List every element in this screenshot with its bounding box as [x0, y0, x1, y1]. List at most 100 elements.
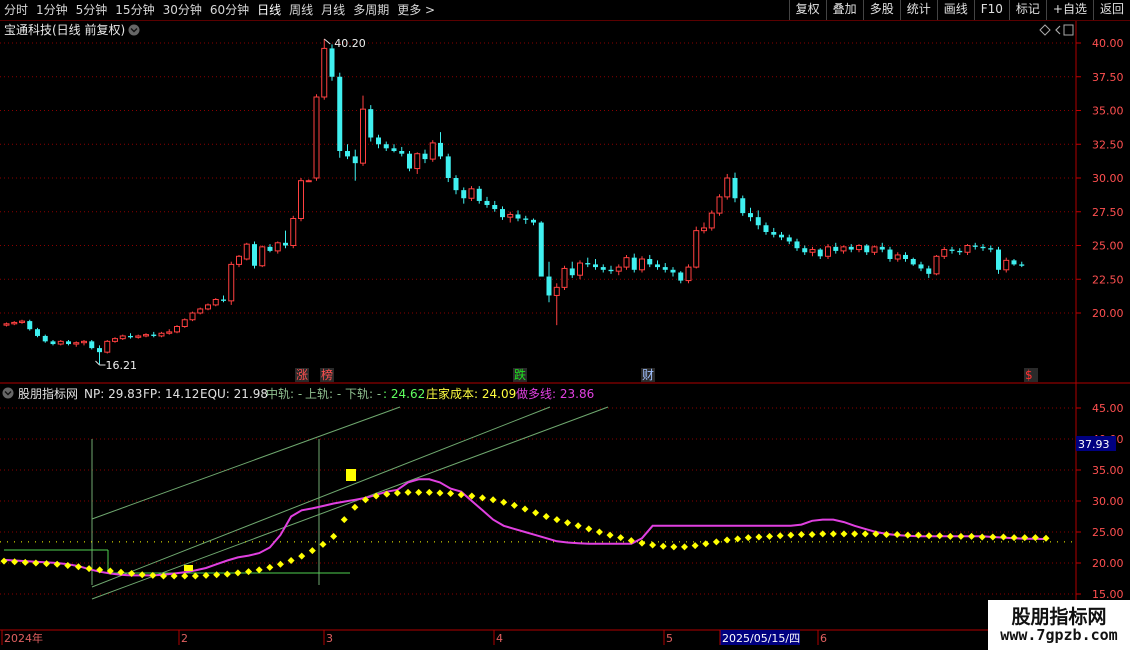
cost-diamond — [276, 560, 284, 568]
candle-body-down — [848, 246, 854, 250]
period-tab-10[interactable]: 更多 > — [393, 0, 439, 20]
candle-body-down — [391, 148, 397, 151]
candle-body-down — [283, 242, 288, 246]
period-tab-7[interactable]: 周线 — [285, 0, 317, 20]
period-tab-3[interactable]: 15分钟 — [111, 0, 158, 20]
toolbar-button-0[interactable]: 复权 — [788, 0, 826, 20]
candle-body-down — [484, 200, 490, 205]
cost-diamond — [425, 488, 433, 496]
candle-body-down — [35, 329, 40, 336]
period-tab-2[interactable]: 5分钟 — [72, 0, 112, 20]
toolbar-button-1[interactable]: 叠加 — [825, 0, 863, 20]
price-tick-label: 37.50 — [1092, 71, 1124, 84]
candle-body-down — [252, 244, 257, 266]
current-value-text: 37.93 — [1078, 438, 1110, 451]
candle-body-down — [608, 269, 614, 272]
price-tick-label: 25.00 — [1092, 240, 1124, 253]
candle-body-down — [492, 205, 498, 210]
period-tab-9[interactable]: 多周期 — [349, 0, 393, 20]
toolbar-button-2[interactable]: 多股 — [862, 0, 900, 20]
candle-body-down — [97, 348, 102, 353]
period-tab-5[interactable]: 60分钟 — [206, 0, 253, 20]
cost-diamond — [11, 558, 19, 566]
cost-diamond — [914, 531, 922, 539]
cost-diamond — [32, 559, 40, 567]
period-tab-1[interactable]: 1分钟 — [32, 0, 72, 20]
cost-diamond — [797, 530, 805, 538]
arrow-left-icon[interactable] — [1055, 25, 1061, 35]
candle-body-down — [531, 219, 536, 223]
candle-body-down — [833, 246, 839, 251]
toolbar-button-4[interactable]: 画线 — [936, 0, 974, 20]
cost-diamond — [489, 496, 497, 504]
candle-body-down — [329, 48, 335, 77]
price-tick-label: 27.50 — [1092, 206, 1124, 219]
cost-diamond — [53, 560, 61, 568]
candle-body-down — [337, 76, 343, 151]
candle-body-down — [996, 249, 1001, 270]
cost-diamond — [617, 534, 625, 542]
candle-body-down — [647, 259, 653, 265]
price-y-axis: 40.00 37.50 35.00 32.50 30.00 27.50 25.00 22.50… — [1076, 37, 1124, 320]
period-tab-8[interactable]: 月线 — [317, 0, 349, 20]
candle-body-up — [553, 286, 560, 296]
candle-body-down — [151, 334, 157, 336]
toolbar-button-6[interactable]: 标记 — [1008, 0, 1046, 20]
cost-diamond — [223, 570, 231, 578]
toolbar-button-7[interactable]: +自选 — [1045, 0, 1093, 20]
cost-diamond — [861, 530, 869, 538]
candle-body-up — [166, 331, 173, 334]
x-tick-label: 3 — [326, 632, 333, 645]
watermark-title: 股朋指标网 — [1011, 606, 1107, 628]
candle-body-up — [119, 335, 126, 340]
x-tick-label: 4 — [496, 632, 503, 645]
watermark-url: www.7gpzb.com — [1000, 626, 1118, 644]
cost-diamond — [925, 532, 933, 540]
candle-body-up — [825, 246, 831, 257]
candle-body-up — [708, 212, 715, 229]
cost-diamond — [755, 533, 763, 541]
candle-body-down — [453, 178, 459, 191]
candle-body-down — [740, 198, 746, 214]
toolbar-button-8[interactable]: 返回 — [1092, 0, 1130, 20]
candle-body-down — [918, 264, 924, 269]
cost-diamond — [585, 525, 593, 533]
cost-diamond — [968, 532, 976, 540]
candle-body-down — [383, 144, 389, 149]
candle-body-down — [802, 248, 808, 253]
price-tick-label: 20.00 — [1092, 307, 1124, 320]
candle-body-down — [27, 321, 33, 330]
upper-band-value: 上轨: - — [305, 387, 341, 401]
candle-body-down — [267, 246, 273, 251]
candle-body-down — [926, 268, 932, 274]
min-marker-label: 16.21 — [106, 359, 138, 372]
candle-body-up — [259, 246, 266, 267]
cost-diamond — [1010, 534, 1018, 542]
candle-body-up — [1003, 259, 1010, 271]
diamond-icon[interactable] — [1039, 24, 1051, 36]
cost-diamond — [978, 533, 986, 541]
cost-diamond — [0, 557, 8, 565]
period-tab-6[interactable]: 日线 — [253, 0, 285, 20]
cost-diamond — [532, 509, 540, 517]
candle-body-down — [500, 209, 505, 218]
candle-body-up — [856, 245, 862, 251]
candle-body-down — [523, 218, 529, 220]
candle-body-up — [174, 326, 180, 333]
candle-body-up — [143, 334, 149, 337]
indicator-grid — [0, 407, 1076, 595]
channel-value: : 24.62 — [383, 387, 425, 401]
lower-band-value: 下轨: - — [345, 387, 381, 401]
toolbar-button-5[interactable]: F10 — [973, 0, 1009, 20]
indicator-dropdown-icon[interactable] — [2, 387, 14, 399]
title-dropdown-icon[interactable] — [128, 24, 140, 36]
toolbar-button-3[interactable]: 统计 — [899, 0, 937, 20]
candle-body-up — [321, 47, 328, 98]
candle-body-down — [678, 272, 684, 281]
window-icon[interactable] — [1063, 24, 1074, 36]
period-tab-4[interactable]: 30分钟 — [159, 0, 206, 20]
candle-body-down — [662, 267, 668, 270]
candle-body-down — [879, 246, 885, 250]
candle-body-up — [189, 312, 196, 321]
period-tab-0[interactable]: 分时 — [0, 0, 32, 20]
